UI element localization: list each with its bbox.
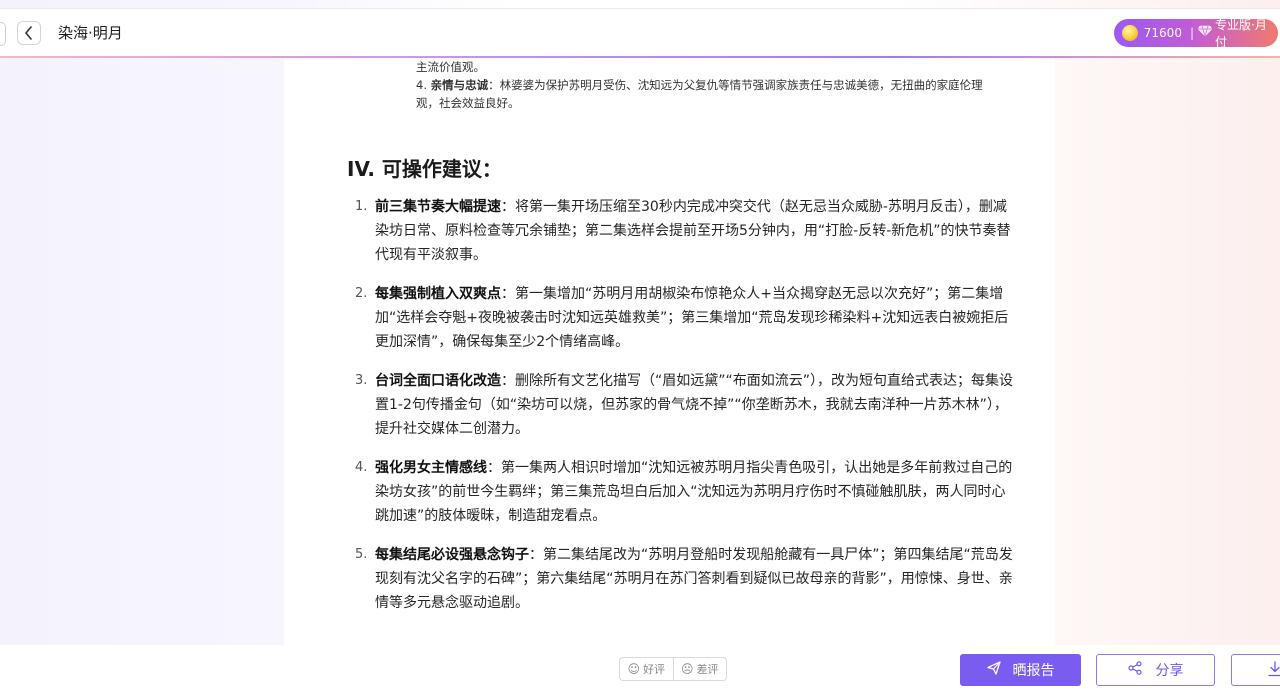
good-review-label: 好评 [643,663,665,676]
item-number: 1. [355,199,368,214]
points-separator: | [1189,26,1195,40]
item-number: 4. [355,460,368,475]
header-bar [0,9,1280,56]
bad-review-button[interactable]: ☹ 差评 [672,658,727,680]
send-icon [986,661,1001,679]
item-title: 强化男女主情感线 [375,460,487,476]
item-title: 每集强制植入双爽点 [375,286,501,302]
item-title: 台词全面口语化改造 [375,373,501,389]
download-icon [1268,661,1280,681]
chevron-left-icon [25,26,32,40]
section-heading: IV. 可操作建议： [347,157,502,181]
rating-group: ☺ 好评 ☹ 差评 [619,657,727,681]
plan-label: 专业版·月付 [1215,18,1267,49]
item-title: 前三集节奏大幅提速 [375,199,501,215]
item-number: 2. [355,286,368,301]
item-number: 4. [416,78,427,92]
download-button[interactable] [1231,654,1280,686]
points-count: 71600 [1143,26,1182,40]
item-title: 亲情与忠诚 [430,78,489,92]
page-title: 染海·明月 [58,24,123,42]
item-number: 5. [355,547,368,562]
good-review-button[interactable]: ☺ 好评 [620,658,673,680]
diamond-icon [1197,25,1213,41]
share-label: 分享 [1155,663,1184,679]
item-title: 每集结尾必设强悬念钩子 [375,547,529,563]
doc-line-top: 主流价值观。 [416,60,485,74]
share-report-button[interactable]: 晒报告 [960,654,1081,686]
doc-line-continued: 观，社会效益良好。 [416,96,520,110]
bad-review-label: 差评 [696,663,719,676]
share-button[interactable]: 分享 [1096,654,1215,686]
doc-list-item: 4. 亲情与忠诚：林婆婆为保护苏明月受伤、沈知远为父复仇等情节强调家族责任与忠诚… [416,76,1016,94]
back-button[interactable] [17,21,41,45]
item-text: ：林婆婆为保护苏明月受伤、沈知远为父复仇等情节强调家族责任与忠诚美德，无扭曲的家… [488,78,983,92]
page: 染海·明月 71600 | 专业版·月付 主流价值观。 4. 亲情与忠诚：林婆婆… [0,0,1280,691]
frown-icon: ☹ [680,662,694,676]
coin-icon [1122,25,1138,41]
sidebar-toggle-button[interactable] [0,22,6,46]
smile-icon: ☺ [627,662,640,676]
item-number: 3. [355,373,368,388]
share-report-label: 晒报告 [1012,663,1055,679]
share-icon [1127,661,1142,679]
membership-badge[interactable]: 71600 | 专业版·月付 [1114,18,1278,49]
